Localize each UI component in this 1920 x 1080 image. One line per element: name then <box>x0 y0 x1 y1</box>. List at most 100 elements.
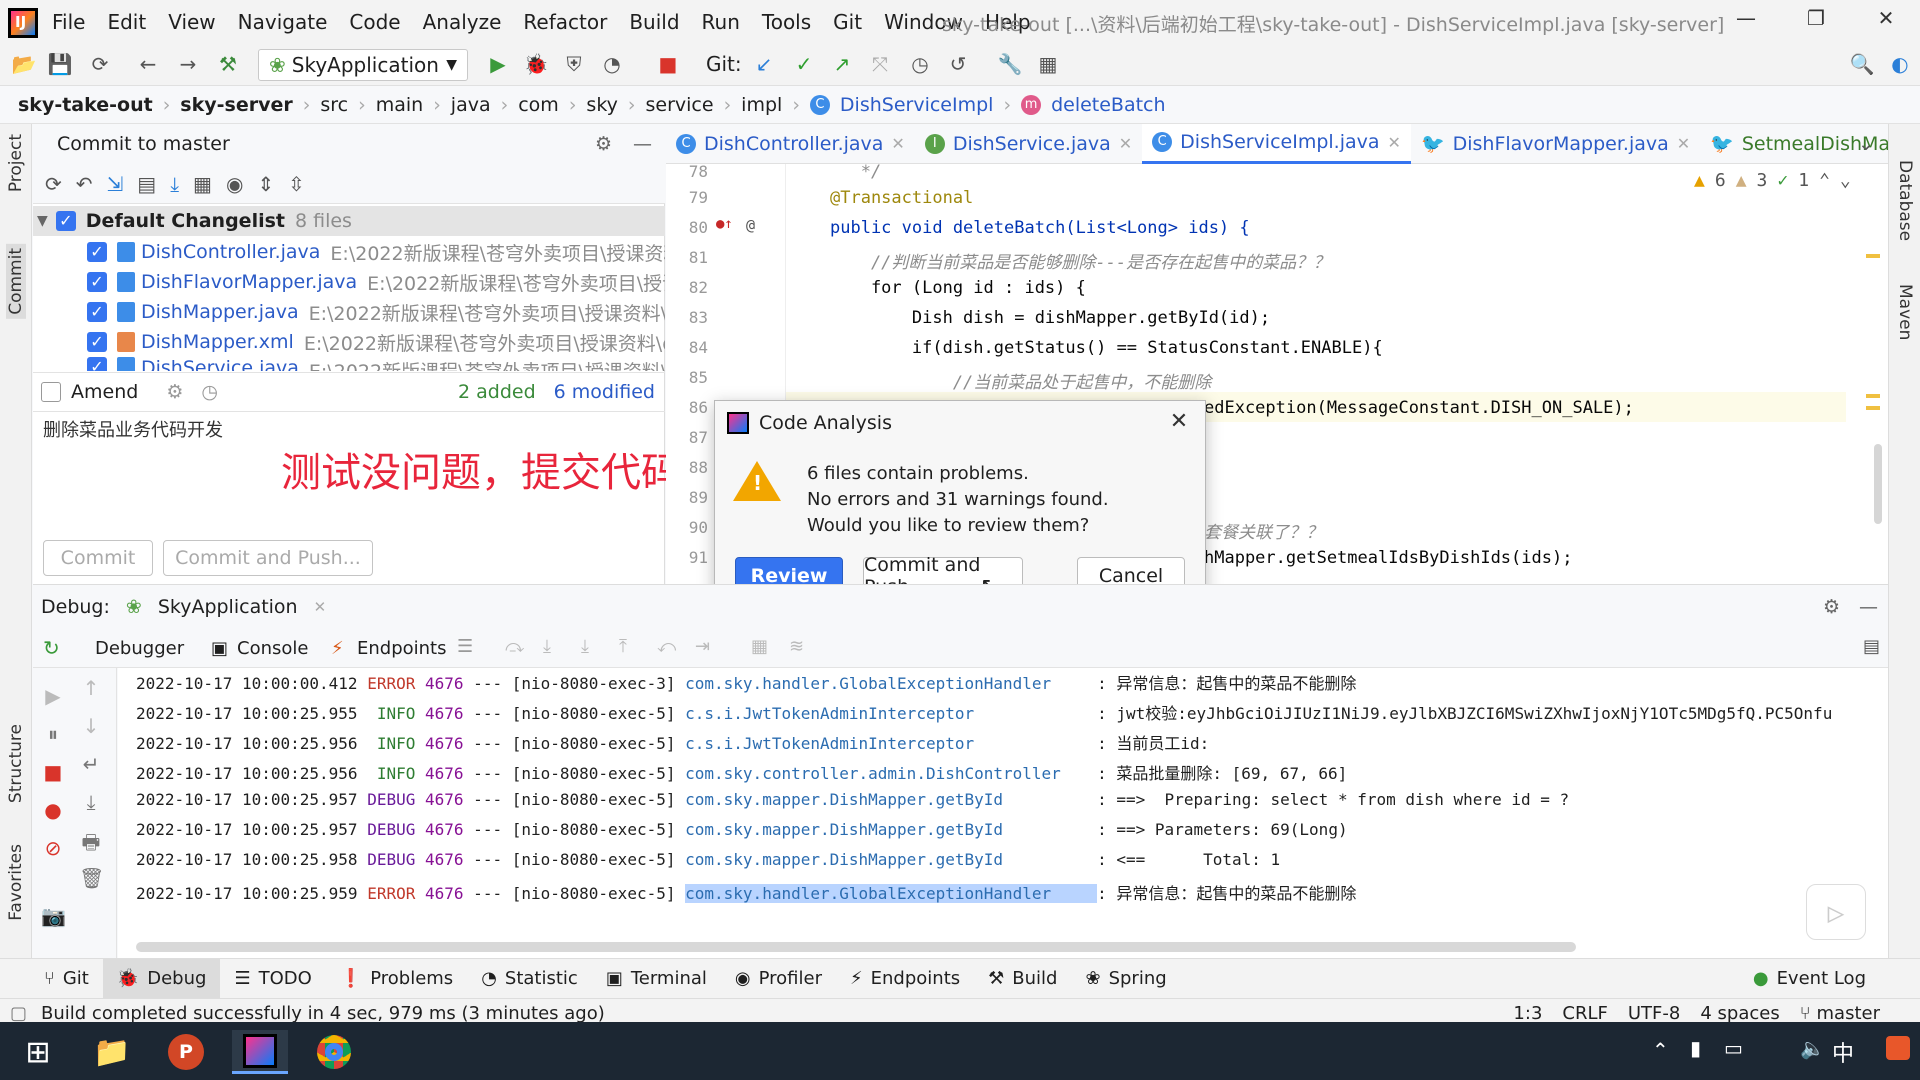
menu-navigate[interactable]: Navigate <box>238 10 328 34</box>
chevron-down-icon[interactable]: ⌄ <box>1840 170 1851 191</box>
jetbrains-toolbox-icon[interactable]: ◐ <box>1886 50 1914 78</box>
close-window-icon[interactable]: ✕ <box>1856 6 1916 38</box>
group-by-icon[interactable]: ▦ <box>193 172 212 196</box>
commit-message-input[interactable]: 删除菜品业务代码开发 <box>43 416 223 442</box>
file-explorer-icon[interactable]: 📁 <box>84 1030 140 1074</box>
checkbox-icon[interactable]: ✓ <box>87 332 107 352</box>
checkbox-icon[interactable]: ✓ <box>87 302 107 322</box>
tab-console[interactable]: Console <box>237 638 308 659</box>
step-out-icon[interactable]: ⤒ <box>619 636 627 657</box>
ime-indicator[interactable]: 中 <box>1832 1036 1854 1068</box>
run-to-cursor-icon[interactable]: ⇥ <box>695 636 710 657</box>
bottom-tab-spring[interactable]: ❀ Spring <box>1071 959 1180 999</box>
build-hammer-icon[interactable]: ⚒ <box>214 50 242 78</box>
file-row[interactable]: ✓ DishMapper.xml E:\2022新版课程\苍穹外卖项目\授课资料\… <box>33 327 665 357</box>
minimize-icon[interactable]: — <box>1716 6 1776 38</box>
back-icon[interactable]: ← <box>134 50 162 78</box>
search-icon[interactable]: 🔍 <box>1848 50 1876 78</box>
editor-scrollbar[interactable] <box>1874 444 1882 524</box>
console-output[interactable]: 2022-10-17 10:00:00.412 ERROR 4676 --- [… <box>118 668 1888 958</box>
tab-dishcontroller[interactable]: C DishController.java ✕ <box>666 124 915 164</box>
powerpoint-icon[interactable]: P <box>158 1030 214 1074</box>
gear-icon[interactable]: ⚙ <box>595 133 612 155</box>
warning-stripe[interactable] <box>1866 406 1880 410</box>
project-tool-tab[interactable]: Project <box>6 134 26 192</box>
sync-icon[interactable]: ⟳ <box>86 50 114 78</box>
clock-icon[interactable]: ◷ <box>201 381 218 403</box>
step-over-icon[interactable]: ⤼ <box>505 636 524 657</box>
event-log-tab[interactable]: ● Event Log <box>1739 959 1880 999</box>
menu-git[interactable]: Git <box>833 10 862 34</box>
forward-icon[interactable]: → <box>174 50 202 78</box>
coverage-icon[interactable]: ⛨ <box>560 50 588 78</box>
bottom-tab-build[interactable]: ⚒ Build <box>974 959 1071 999</box>
up-arrow-icon[interactable]: ↑ <box>79 676 103 700</box>
debug-session-tab[interactable]: SkyApplication <box>158 596 298 618</box>
file-encoding[interactable]: UTF-8 <box>1628 1003 1680 1024</box>
soft-wrap-icon[interactable]: ↵ <box>79 752 103 776</box>
menu-icon[interactable]: ☰ <box>457 636 473 657</box>
scroll-to-end-icon[interactable]: ⤓ <box>79 790 103 814</box>
crumb-sky[interactable]: sky <box>586 94 617 116</box>
intellij-taskbar-icon[interactable] <box>232 1030 288 1074</box>
bottom-tab-profiler[interactable]: ◉ Profiler <box>721 959 836 999</box>
tray-network-icon[interactable]: ▭ <box>1724 1036 1743 1060</box>
git-merge-icon[interactable]: ⤧ <box>866 50 894 78</box>
run-icon[interactable]: ▶ <box>484 50 512 78</box>
print-icon[interactable]: 🖶 <box>79 828 103 854</box>
bottom-tab-git[interactable]: ⑂ Git <box>30 959 103 999</box>
rerun-icon[interactable]: ↻ <box>43 636 60 660</box>
warning-stripe[interactable] <box>1866 254 1880 258</box>
collapse-all-icon[interactable]: ⇳ <box>288 172 305 196</box>
bottom-tab-endpoints[interactable]: ⚡ Endpoints <box>836 959 974 999</box>
tray-app-icon[interactable] <box>1886 1036 1910 1060</box>
tray-usb-icon[interactable]: ▮ <box>1690 1036 1701 1060</box>
menu-build[interactable]: Build <box>629 10 679 34</box>
close-icon[interactable]: ✕ <box>1163 409 1195 437</box>
tab-endpoints[interactable]: Endpoints <box>357 638 447 659</box>
menu-tools[interactable]: Tools <box>762 10 811 34</box>
stop-icon[interactable]: ■ <box>654 50 682 78</box>
view-breakpoints-icon[interactable]: ● <box>41 798 65 822</box>
drop-frame-icon[interactable]: ⤺ <box>657 636 676 657</box>
crumb-src[interactable]: src <box>320 94 348 116</box>
status-square-icon[interactable]: ▢ <box>10 1003 27 1024</box>
update-icon[interactable]: ⇲ <box>107 172 124 196</box>
stop-icon[interactable]: ■ <box>41 760 65 784</box>
close-icon[interactable]: ✕ <box>314 598 327 616</box>
tray-up-arrow-icon[interactable]: ⌃ <box>1652 1038 1669 1062</box>
force-step-into-icon[interactable]: ⤓ <box>581 636 589 657</box>
view-options-icon[interactable]: ◉ <box>226 172 243 196</box>
crumb-method[interactable]: deleteBatch <box>1051 94 1165 116</box>
project-structure-icon[interactable]: ▦ <box>1034 50 1062 78</box>
caret-position[interactable]: 1:3 <box>1513 1003 1542 1024</box>
close-icon[interactable]: ✕ <box>1119 134 1132 153</box>
maven-tool-tab[interactable]: Maven <box>1895 284 1915 340</box>
layout-icon[interactable]: ▤ <box>1863 636 1880 657</box>
crumb-project[interactable]: sky-take-out <box>18 94 153 116</box>
console-hscrollbar[interactable] <box>136 942 1576 952</box>
rollback-icon[interactable]: ↺ <box>944 50 972 78</box>
changelist-row[interactable]: ▼ ✓ Default Changelist 8 files <box>33 206 665 236</box>
restore-icon[interactable]: ❐ <box>1786 6 1846 38</box>
git-push-icon[interactable]: ↗ <box>828 50 856 78</box>
bottom-tab-problems[interactable]: ❗ Problems <box>326 959 467 999</box>
crumb-java[interactable]: java <box>451 94 491 116</box>
favorites-tool-tab[interactable]: Favorites <box>6 844 26 921</box>
down-arrow-icon[interactable]: ↓ <box>79 714 103 738</box>
menu-edit[interactable]: Edit <box>107 10 146 34</box>
expand-all-icon[interactable]: ⇕ <box>257 172 274 196</box>
refresh-icon[interactable]: ⟳ <box>45 172 62 196</box>
menu-view[interactable]: View <box>168 10 215 34</box>
inspection-widget[interactable]: ▲ 6 ▲ 3 ✓ 1 ⌃ ⌄ <box>1694 170 1851 191</box>
indent-setting[interactable]: 4 spaces <box>1700 1003 1779 1024</box>
crumb-module[interactable]: sky-server <box>180 94 292 116</box>
close-icon[interactable]: ✕ <box>1388 133 1401 152</box>
menu-refactor[interactable]: Refactor <box>523 10 607 34</box>
hide-panel-icon[interactable]: — <box>1859 596 1878 618</box>
mute-breakpoints-icon[interactable]: ⊘ <box>41 836 65 860</box>
save-icon[interactable]: 💾 <box>46 50 74 78</box>
override-marker-icon[interactable]: ●↑ <box>716 216 733 232</box>
step-into-icon[interactable]: ⤓ <box>543 636 551 657</box>
tray-volume-icon[interactable]: 🔈 <box>1800 1036 1825 1060</box>
